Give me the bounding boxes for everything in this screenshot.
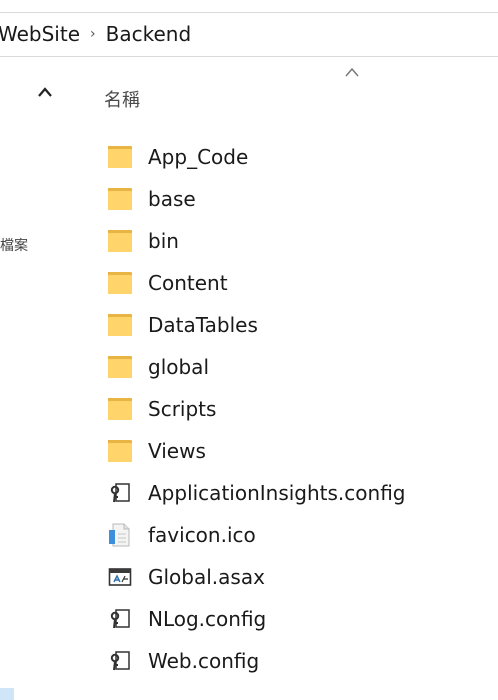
- folder-icon: [108, 353, 138, 381]
- list-item[interactable]: Global.asax: [108, 556, 488, 598]
- list-item[interactable]: favicon.ico: [108, 514, 488, 556]
- list-item[interactable]: ApplicationInsights.config: [108, 472, 488, 514]
- file-name: Views: [148, 439, 206, 463]
- breadcrumb[interactable]: WebSite › Backend: [0, 12, 498, 57]
- list-item[interactable]: DataTables: [108, 304, 488, 346]
- file-name: bin: [148, 229, 179, 253]
- file-name: favicon.ico: [148, 523, 256, 547]
- list-item[interactable]: bin: [108, 220, 488, 262]
- nav-selection-highlight: [0, 688, 14, 700]
- config-file-icon: [108, 647, 138, 675]
- list-item[interactable]: base: [108, 178, 488, 220]
- list-item[interactable]: Views: [108, 430, 488, 472]
- config-file-icon: [108, 605, 138, 633]
- folder-icon: [108, 269, 138, 297]
- list-item[interactable]: Scripts: [108, 388, 488, 430]
- list-item[interactable]: Content: [108, 262, 488, 304]
- breadcrumb-separator-icon[interactable]: ›: [90, 26, 96, 42]
- file-name: Content: [148, 271, 228, 295]
- file-name: Global.asax: [148, 565, 265, 589]
- navigation-pane[interactable]: 檔案: [0, 57, 62, 700]
- folder-icon: [108, 185, 138, 213]
- file-name: NLog.config: [148, 607, 267, 631]
- breadcrumb-item-website[interactable]: WebSite: [0, 22, 80, 46]
- file-name: DataTables: [148, 313, 258, 337]
- folder-icon: [108, 143, 138, 171]
- file-name: Scripts: [148, 397, 217, 421]
- list-item[interactable]: App_Code: [108, 136, 488, 178]
- asax-file-icon: [108, 563, 138, 591]
- list-item[interactable]: global: [108, 346, 488, 388]
- file-name: base: [148, 187, 196, 211]
- list-item[interactable]: NLog.config: [108, 598, 488, 640]
- list-item[interactable]: Web.config: [108, 640, 488, 682]
- folder-icon: [108, 395, 138, 423]
- file-name: Web.config: [148, 649, 260, 673]
- folder-icon: [108, 437, 138, 465]
- ico-file-icon: [108, 521, 138, 549]
- column-header-name[interactable]: 名稱: [104, 86, 140, 112]
- nav-pane-item-label[interactable]: 檔案: [0, 235, 34, 255]
- breadcrumb-item-backend[interactable]: Backend: [106, 22, 192, 46]
- file-name: global: [148, 355, 209, 379]
- chevron-up-icon[interactable]: [36, 85, 54, 99]
- file-name: App_Code: [148, 145, 249, 169]
- folder-icon: [108, 227, 138, 255]
- config-file-icon: [108, 479, 138, 507]
- sort-ascending-icon: [345, 67, 359, 77]
- file-name: ApplicationInsights.config: [148, 481, 406, 505]
- folder-icon: [108, 311, 138, 339]
- file-list: App_Code base bin Content DataTables glo…: [108, 136, 488, 682]
